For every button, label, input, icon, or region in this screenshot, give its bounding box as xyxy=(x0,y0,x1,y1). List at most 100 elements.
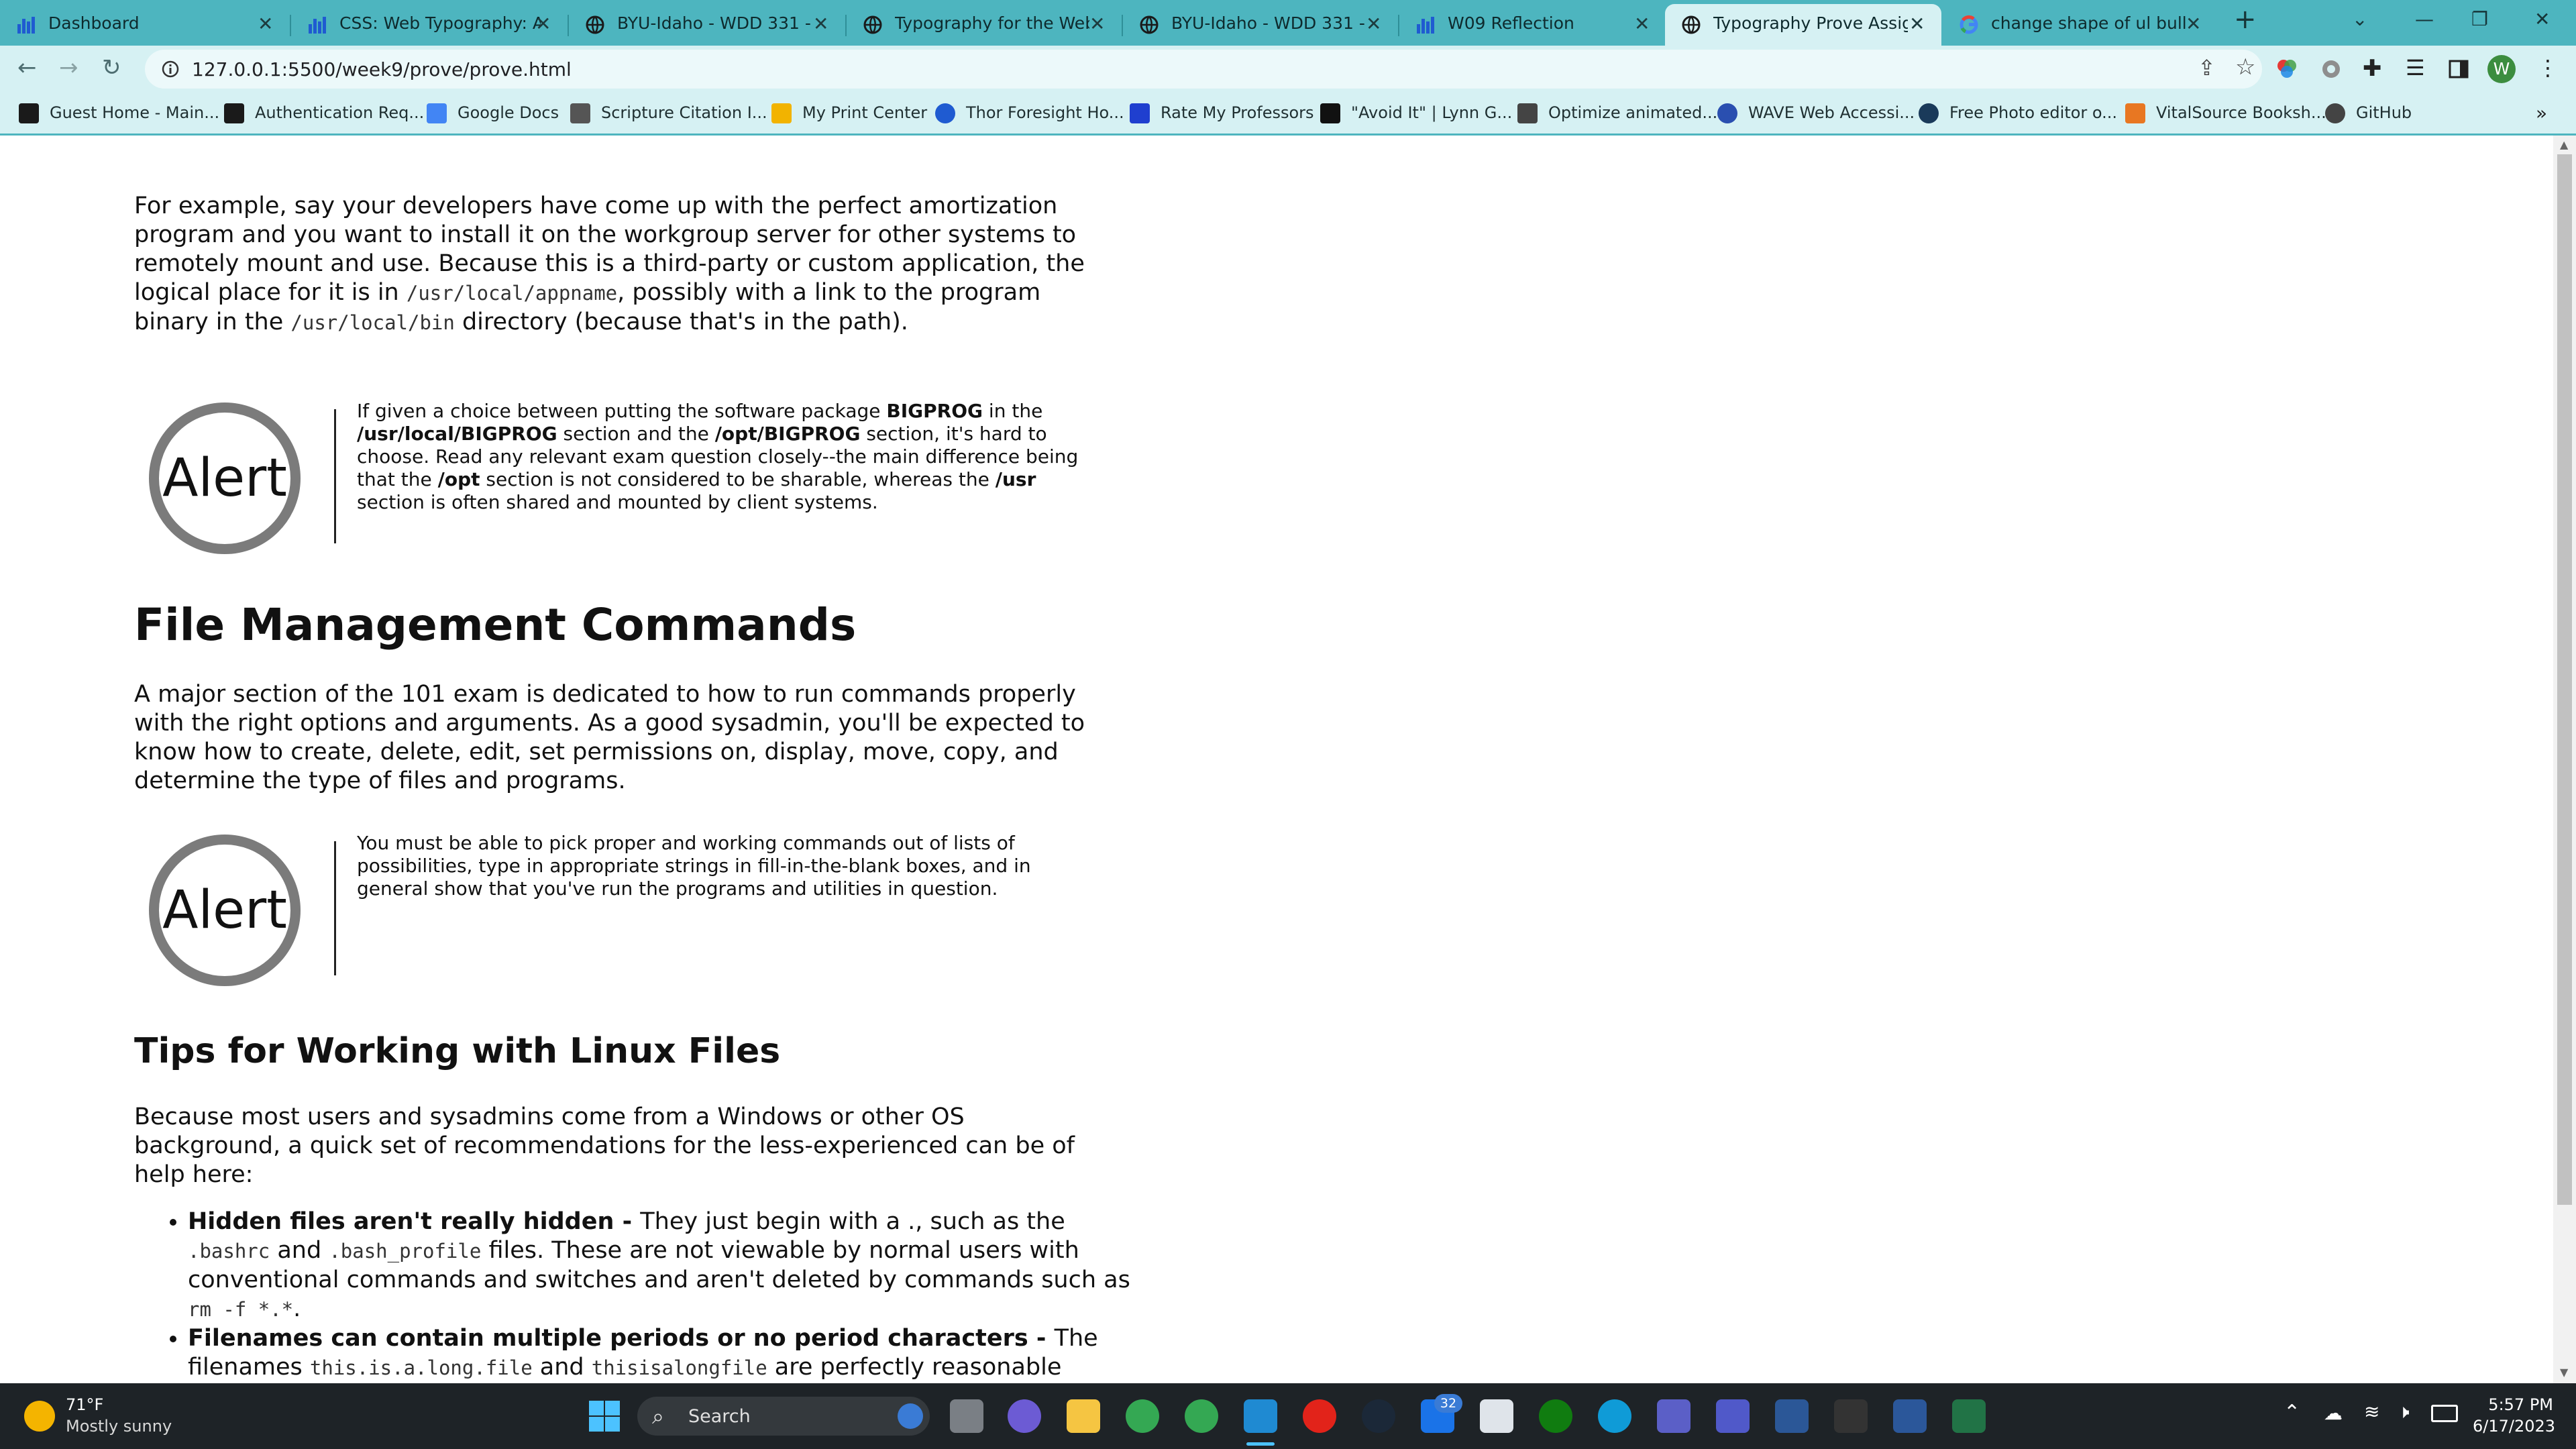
teams-icon[interactable] xyxy=(1716,1399,1750,1433)
reload-icon[interactable]: ↻ xyxy=(102,54,121,81)
teams-chat-icon[interactable] xyxy=(1008,1399,1041,1433)
image-icon xyxy=(1517,103,1538,123)
bookmark-star-icon[interactable]: ☆ xyxy=(2235,54,2255,80)
alert-divider xyxy=(334,409,336,543)
restore-icon[interactable]: ❐ xyxy=(2471,8,2488,30)
more-bookmarks-button[interactable]: » xyxy=(2536,102,2547,125)
menu-icon[interactable]: ⋮ xyxy=(2537,55,2559,80)
list-item: Filenames can contain multiple periods o… xyxy=(188,1324,1154,1383)
heading-file-management: File Management Commands xyxy=(134,599,857,651)
puzzle-icon[interactable]: ✚ xyxy=(2363,55,2382,82)
forward-icon[interactable]: → xyxy=(59,54,78,81)
thor-icon xyxy=(935,103,955,123)
page-viewport: For example, say your developers have co… xyxy=(0,136,2553,1383)
store-icon[interactable] xyxy=(1480,1399,1513,1433)
tab-w09-reflection[interactable]: W09 Reflection ✕ xyxy=(1399,4,1664,46)
inline-code: .bashrc xyxy=(188,1240,270,1263)
windows-taskbar: 71°F Mostly sunny ⌕ Search 32 ⌃ ☁ ≋ 🕨 5:… xyxy=(0,1383,2576,1449)
bing-icon xyxy=(898,1403,923,1429)
close-icon[interactable]: ✕ xyxy=(813,13,828,35)
tab-css-typography[interactable]: CSS: Web Typography: Ad ✕ xyxy=(291,4,568,46)
scroll-up-icon[interactable]: ▲ xyxy=(2560,138,2568,151)
app-icon[interactable] xyxy=(1775,1399,1809,1433)
steam-icon[interactable] xyxy=(1362,1399,1395,1433)
tab-byui-wdd331-1[interactable]: BYU-Idaho - WDD 331 - A ✕ xyxy=(569,4,845,46)
battery-icon[interactable] xyxy=(2431,1405,2458,1422)
tab-byui-wdd331-2[interactable]: BYU-Idaho - WDD 331 - A ✕ xyxy=(1123,4,1398,46)
alert-box: Alert If given a choice between putting … xyxy=(134,400,1100,554)
photo-editor-icon xyxy=(1919,103,1939,123)
word-icon[interactable] xyxy=(1893,1399,1927,1433)
byu-icon xyxy=(19,103,39,123)
scripture-icon xyxy=(570,103,590,123)
chrome-icon[interactable] xyxy=(1126,1399,1159,1433)
byu-icon xyxy=(224,103,244,123)
wifi-icon[interactable]: ≋ xyxy=(2364,1401,2379,1423)
weather-icon[interactable] xyxy=(24,1401,55,1432)
globe-icon xyxy=(1140,15,1159,34)
close-icon[interactable]: ✕ xyxy=(258,13,273,35)
close-icon[interactable]: ✕ xyxy=(1909,13,1925,35)
windows-start-icon[interactable] xyxy=(588,1399,621,1433)
url-text[interactable]: 127.0.0.1:5500/week9/prove/prove.html xyxy=(192,58,572,80)
inline-code: this.is.a.long.file xyxy=(309,1356,533,1379)
globe-icon xyxy=(1682,15,1701,34)
tab-title: CSS: Web Typography: Ad xyxy=(339,13,541,33)
reading-list-icon[interactable]: ☰ xyxy=(2406,55,2425,80)
close-icon[interactable]: ✕ xyxy=(1089,13,1105,35)
clock-time[interactable]: 5:57 PM xyxy=(2486,1395,2553,1414)
inline-code: rm -f *.* xyxy=(188,1298,294,1321)
window-close-icon[interactable]: ✕ xyxy=(2534,8,2550,30)
close-icon[interactable]: ✕ xyxy=(1366,13,1381,35)
scroll-down-icon[interactable]: ▼ xyxy=(2560,1366,2568,1379)
volume-muted-icon[interactable]: 🕨 xyxy=(2398,1401,2410,1424)
vertical-scrollbar[interactable]: ▲ ▼ xyxy=(2553,136,2576,1383)
active-app-indicator xyxy=(1246,1442,1275,1446)
minimize-icon[interactable]: — xyxy=(2415,8,2434,30)
alert-box: Alert You must be able to pick proper an… xyxy=(134,832,1100,986)
clock-date[interactable]: 6/17/2023 xyxy=(2473,1417,2555,1436)
color-extension-icon[interactable] xyxy=(2275,58,2298,80)
close-icon[interactable]: ✕ xyxy=(535,13,551,35)
xbox-icon[interactable] xyxy=(1539,1399,1572,1433)
app-icon[interactable] xyxy=(1834,1399,1868,1433)
alert-text: If given a choice between putting the so… xyxy=(357,400,1079,513)
tab-typography-prove[interactable]: Typography Prove Assignm ✕ xyxy=(1665,4,1941,46)
tab-strip: Dashboard ✕ CSS: Web Typography: Ad ✕ BY… xyxy=(0,0,2576,46)
cloud-icon[interactable]: ☁ xyxy=(2324,1402,2343,1424)
tab-title: change shape of ul bullets xyxy=(1991,13,2186,33)
weather-desc[interactable]: Mostly sunny xyxy=(66,1417,172,1436)
back-icon[interactable]: ← xyxy=(17,54,37,81)
tips-list: Hidden files aren't really hidden - They… xyxy=(134,1208,1154,1383)
vscode-icon[interactable] xyxy=(1244,1399,1277,1433)
app-icon[interactable] xyxy=(1657,1399,1690,1433)
task-view-icon[interactable] xyxy=(950,1399,983,1433)
inline-code: .bash_profile xyxy=(329,1240,482,1263)
inline-code: thisisalongfile xyxy=(591,1356,767,1379)
tab-search-icon[interactable]: ⌄ xyxy=(2352,8,2367,30)
tab-google-search[interactable]: change shape of ul bullets ✕ xyxy=(1943,4,2218,46)
extension-icon[interactable] xyxy=(2320,58,2343,80)
close-icon[interactable]: ✕ xyxy=(2186,13,2201,35)
tab-typography-web[interactable]: Typography for the Web - ✕ xyxy=(847,4,1122,46)
side-panel-icon[interactable] xyxy=(2449,59,2469,79)
share-icon[interactable]: ⇪ xyxy=(2198,55,2216,80)
chrome-profile-icon[interactable] xyxy=(1185,1399,1218,1433)
avatar[interactable]: W xyxy=(2487,55,2516,83)
tab-title: Typography Prove Assignm xyxy=(1713,13,1908,33)
weather-temp[interactable]: 71°F xyxy=(66,1395,103,1414)
taskbar-search[interactable]: ⌕ Search xyxy=(637,1397,930,1436)
scrollbar-thumb[interactable] xyxy=(2557,154,2572,1205)
new-tab-button[interactable]: + xyxy=(2234,4,2257,35)
tab-dashboard[interactable]: Dashboard ✕ xyxy=(0,4,290,46)
address-bar[interactable]: 127.0.0.1:5500/week9/prove/prove.html ⇪ … xyxy=(145,50,2262,89)
excel-icon[interactable] xyxy=(1952,1399,1986,1433)
edge-icon[interactable] xyxy=(1598,1399,1631,1433)
close-icon[interactable]: ✕ xyxy=(1634,13,1650,35)
file-explorer-icon[interactable] xyxy=(1067,1399,1100,1433)
mail-badge: 32 xyxy=(1434,1394,1462,1413)
chevron-up-icon[interactable]: ⌃ xyxy=(2284,1401,2300,1424)
info-icon[interactable] xyxy=(161,60,180,78)
search-placeholder: Search xyxy=(688,1406,751,1427)
opera-icon[interactable] xyxy=(1303,1399,1336,1433)
